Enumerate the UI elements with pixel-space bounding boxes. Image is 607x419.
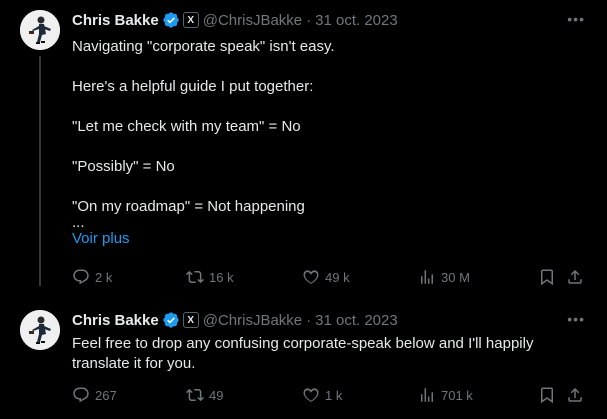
verified-icon [162,311,180,329]
tweet-line: Feel free to drop any confusing corporat… [72,335,534,372]
retweet-button[interactable]: 49 [186,386,223,404]
share-button[interactable] [566,268,584,286]
avatar[interactable] [20,10,60,50]
more-options-button[interactable]: ••• [567,11,585,27]
thread-connector [39,56,41,286]
affiliate-badge: X [182,312,199,328]
tweet-header: Chris Bakke X @ChrisJBakke · 31 oct. 202… [72,10,398,30]
tweet-actions: 267 49 1 k 701 k [72,386,592,406]
tweet-text: Feel free to drop any confusing corporat… [72,334,562,374]
views-button[interactable]: 30 M [418,268,470,286]
like-icon [303,388,319,402]
author-name[interactable]: Chris Bakke [72,312,159,329]
tweet-line: Navigating "corporate speak" isn't easy. [72,38,335,55]
tweet-text: Navigating "corporate speak" isn't easy.… [72,37,582,249]
reply-icon [73,387,89,403]
like-icon [303,270,319,284]
tweet-line: ... [72,214,85,231]
like-count: 1 k [325,387,343,403]
tweet-line: "Let me check with my team" = No [72,118,301,135]
reply-icon [73,269,89,285]
more-options-button[interactable]: ••• [567,311,585,327]
bookmark-button[interactable] [538,268,556,286]
views-count: 30 M [441,269,470,285]
retweet-icon [186,270,204,284]
share-button[interactable] [566,386,584,404]
like-button[interactable]: 1 k [302,386,342,404]
bookmark-icon [541,387,553,404]
tweet-line: "On my roadmap" = Not happening [72,198,305,215]
separator: · [306,11,312,29]
avatar[interactable] [20,310,60,350]
reply-button[interactable]: 267 [72,386,117,404]
author-name[interactable]: Chris Bakke [72,12,159,29]
retweet-count: 16 k [209,269,234,285]
author-handle[interactable]: @ChrisJBakke [203,312,302,329]
affiliate-badge: X [182,12,199,28]
tweet-date[interactable]: 31 oct. 2023 [315,312,398,329]
retweet-button[interactable]: 16 k [186,268,234,286]
separator: · [306,311,312,329]
like-button[interactable]: 49 k [302,268,350,286]
reply-count: 267 [95,387,117,403]
retweet-count: 49 [209,387,224,403]
verified-icon [162,11,180,29]
retweet-icon [186,388,204,402]
views-icon [421,270,433,284]
views-button[interactable]: 701 k [418,386,473,404]
show-more-link[interactable]: Voir plus [72,229,582,249]
tweet-line: "Possibly" = No [72,158,175,175]
bookmark-icon [541,269,553,286]
share-icon [568,269,582,284]
views-icon [421,388,433,402]
tweet-header: Chris Bakke X @ChrisJBakke · 31 oct. 202… [72,310,398,330]
author-handle[interactable]: @ChrisJBakke [203,12,302,29]
views-count: 701 k [441,387,473,403]
tweet-date[interactable]: 31 oct. 2023 [315,12,398,29]
bookmark-button[interactable] [538,386,556,404]
share-icon [568,387,582,402]
reply-button[interactable]: 2 k [72,268,112,286]
tweet-line: Here's a helpful guide I put together: [72,78,314,95]
reply-count: 2 k [95,269,113,285]
like-count: 49 k [325,269,350,285]
tweet-actions: 2 k 16 k 49 k 30 M [72,268,592,288]
